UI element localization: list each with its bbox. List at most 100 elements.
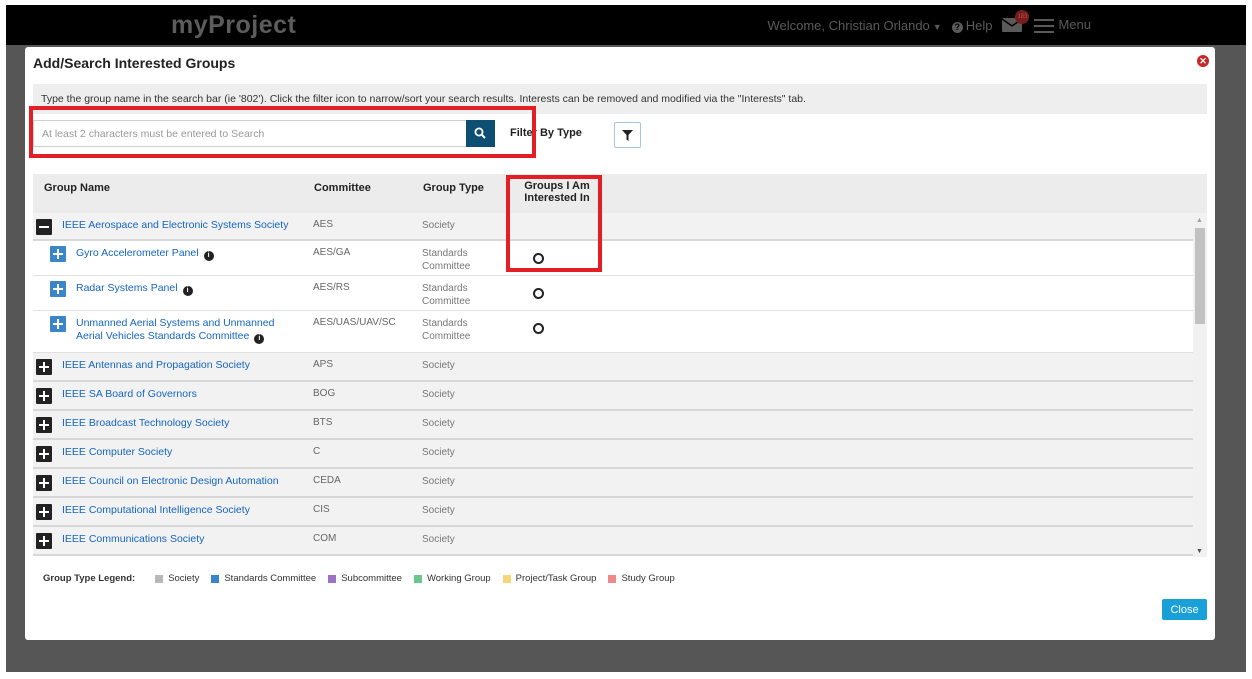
top-navbar: myProject Welcome, Christian Orlando ▼ ? H… <box>6 5 1246 45</box>
group-type-cell: Society <box>422 418 455 429</box>
legend-swatch <box>413 574 422 583</box>
table-row: IEEE Computer Society C Society <box>33 440 1193 469</box>
table-scrollbar[interactable]: ▲ ▼ <box>1193 213 1207 557</box>
group-name-link[interactable]: IEEE Computational Intelligence Society <box>62 504 250 517</box>
committee-cell: AES/RS <box>313 282 350 293</box>
committee-cell: COM <box>313 533 337 544</box>
brand-logo[interactable]: myProject <box>171 11 296 40</box>
scroll-down-arrow-icon[interactable]: ▼ <box>1196 548 1203 555</box>
filter-button[interactable] <box>614 122 641 148</box>
group-type-cell: Society <box>422 447 455 458</box>
help-label: Help <box>965 17 993 33</box>
group-type-cell: Standards Committee <box>422 247 470 273</box>
group-name-link[interactable]: IEEE Council on Electronic Design Automa… <box>62 475 279 488</box>
group-type-cell: Society <box>422 476 455 487</box>
group-type-line2: Committee <box>422 296 471 307</box>
table-row: IEEE SA Board of Governors BOG Society <box>33 382 1193 411</box>
expand-plus-icon[interactable] <box>36 533 52 549</box>
top-nav-links: Welcome, Christian Orlando ▼ ? Help 183 Me… <box>767 10 1091 33</box>
legend-title: Group Type Legend: <box>43 573 136 584</box>
welcome-user-menu[interactable]: Welcome, Christian Orlando ▼ <box>767 18 941 33</box>
group-name-link[interactable]: Unmanned Aerial Systems and Unmanned Aeri… <box>76 317 296 344</box>
group-name-link[interactable]: IEEE Aerospace and Electronic Systems So… <box>62 219 288 232</box>
info-icon[interactable]: i <box>203 251 214 261</box>
scroll-thumb[interactable] <box>1195 228 1205 324</box>
header-group-type[interactable]: Group Type <box>423 182 484 194</box>
expand-plus-icon[interactable] <box>50 281 66 297</box>
close-x-icon[interactable]: ✕ <box>1197 55 1209 67</box>
table-header: Group Name Committee Group Type Groups I… <box>33 174 1207 213</box>
interest-radio[interactable] <box>533 323 544 334</box>
committee-cell: AES/UAS/UAV/SC <box>313 317 396 328</box>
committee-cell: BOG <box>313 388 336 399</box>
group-type-cell: Society <box>422 505 455 516</box>
legend-swatch <box>328 574 337 583</box>
group-type-line2: Committee <box>422 331 471 342</box>
question-circle-icon: ? <box>951 21 963 33</box>
table-row: IEEE Communications Society COM Society <box>33 527 1193 556</box>
header-group-name[interactable]: Group Name <box>44 182 110 194</box>
expand-plus-icon[interactable] <box>50 316 66 332</box>
legend-item: Subcommittee <box>328 573 402 584</box>
group-name-link[interactable]: IEEE SA Board of Governors <box>62 388 197 401</box>
expand-plus-icon[interactable] <box>36 475 52 491</box>
highlight-box-search <box>29 106 536 158</box>
header-committee[interactable]: Committee <box>314 182 371 194</box>
expand-plus-icon[interactable] <box>36 446 52 462</box>
group-name-text: Radar Systems Panel <box>76 282 178 294</box>
legend-item: Working Group <box>413 573 491 584</box>
group-name-link[interactable]: IEEE Communications Society <box>62 533 204 546</box>
menu-label: Menu <box>1058 17 1091 33</box>
legend-swatch <box>155 574 164 583</box>
legend-item: Standards Committee <box>211 573 316 584</box>
legend-label: Standards Committee <box>224 573 317 584</box>
table-row: IEEE Antennas and Propagation Society AP… <box>33 353 1193 382</box>
filter-icon <box>622 130 633 141</box>
modal-title: Add/Search Interested Groups <box>33 55 236 71</box>
mail-icon[interactable]: 183 <box>1002 10 1030 33</box>
group-name-text: Gyro Accelerometer Panel <box>76 247 199 259</box>
legend-label: Project/Task Group <box>515 573 597 584</box>
group-name-link[interactable]: IEEE Computer Society <box>62 446 172 459</box>
committee-cell: AES/GA <box>313 247 351 258</box>
group-type-line1: Standards <box>422 318 468 329</box>
collapse-minus-icon[interactable] <box>36 219 52 235</box>
help-link[interactable]: ? Help <box>951 17 993 33</box>
table-row: IEEE Computational Intelligence Society … <box>33 498 1193 527</box>
group-type-cell: Standards Committee <box>422 317 470 343</box>
caret-down-icon: ▼ <box>932 21 942 32</box>
committee-cell: APS <box>313 359 334 370</box>
interest-radio[interactable] <box>533 288 544 299</box>
group-type-cell: Standards Committee <box>422 282 470 308</box>
group-type-line1: Standards <box>422 283 468 294</box>
group-name-link[interactable]: Gyro Accelerometer Panel i <box>76 247 296 261</box>
legend-label: Working Group <box>426 573 491 584</box>
expand-plus-icon[interactable] <box>36 417 52 433</box>
hamburger-icon <box>1034 18 1055 33</box>
menu-button[interactable]: Menu <box>1034 17 1091 33</box>
expand-plus-icon[interactable] <box>36 504 52 520</box>
info-icon[interactable]: i <box>182 286 193 296</box>
group-name-line1: Unmanned Aerial Systems and Unmanned <box>76 317 275 329</box>
expand-plus-icon[interactable] <box>36 359 52 375</box>
group-name-link[interactable]: Radar Systems Panel i <box>76 282 296 296</box>
close-button[interactable]: Close <box>1162 599 1207 620</box>
group-name-link[interactable]: IEEE Antennas and Propagation Society <box>62 359 250 372</box>
group-type-legend: Group Type Legend: Society Standards Com… <box>43 573 687 584</box>
legend-label: Study Group <box>621 573 675 584</box>
legend-item: Society <box>155 573 199 584</box>
scroll-up-arrow-icon[interactable]: ▲ <box>1196 217 1203 224</box>
legend-label: Subcommittee <box>341 573 402 584</box>
add-search-groups-modal: Add/Search Interested Groups ✕ Type the … <box>25 47 1215 640</box>
group-type-cell: Society <box>422 360 455 371</box>
expand-plus-icon[interactable] <box>50 246 66 262</box>
expand-plus-icon[interactable] <box>36 388 52 404</box>
committee-cell: C <box>313 446 321 457</box>
table-row: IEEE Council on Electronic Design Automa… <box>33 469 1193 498</box>
groups-table-body: IEEE Aerospace and Electronic Systems So… <box>33 213 1193 557</box>
group-name-link[interactable]: IEEE Broadcast Technology Society <box>62 417 229 430</box>
info-icon[interactable]: i <box>254 334 265 344</box>
committee-cell: CEDA <box>313 475 341 486</box>
group-name-line2: Aerial Vehicles Standards Committee <box>76 330 250 342</box>
group-type-cell: Society <box>422 220 455 231</box>
